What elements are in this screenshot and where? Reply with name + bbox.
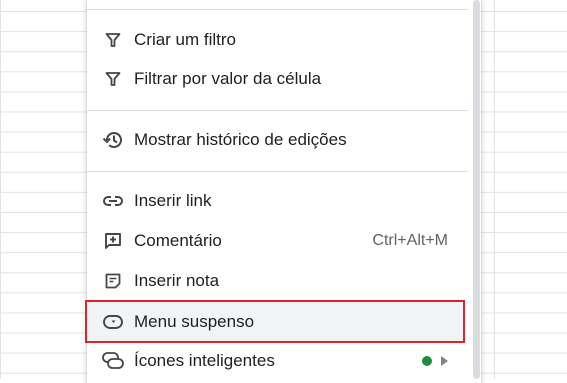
grid-column-line (0, 0, 1, 379)
menu-item-label: Filtrar por valor da célula (134, 69, 322, 88)
menu-item-label: Mostrar histórico de edições (134, 130, 347, 149)
history-icon (102, 130, 124, 150)
menu-item-label: Inserir link (134, 191, 212, 210)
menu-item-show-edit-history[interactable]: Mostrar histórico de edições (87, 122, 468, 158)
menu-item-dropdown[interactable]: Menu suspenso (87, 304, 468, 340)
filter-icon (102, 30, 124, 50)
note-icon (102, 271, 124, 291)
menu-item-label: Inserir nota (134, 271, 220, 290)
menu-divider (87, 171, 468, 172)
menu-item-smart-chips[interactable]: Ícones inteligentes (87, 343, 468, 379)
scrollbar-thumb[interactable] (473, 0, 480, 379)
smart-chip-icon (102, 351, 124, 371)
submenu-arrow-icon (441, 356, 448, 366)
menu-divider (87, 110, 468, 111)
menu-divider (87, 9, 468, 10)
link-icon (102, 191, 124, 211)
menu-item-create-filter[interactable]: Criar um filtro (87, 22, 468, 58)
menu-item-comment[interactable]: Comentário Ctrl+Alt+M (87, 223, 468, 259)
dropdown-icon (102, 312, 124, 332)
menu-item-label: Ícones inteligentes (134, 351, 275, 370)
menu-item-label: Criar um filtro (134, 30, 237, 49)
menu-item-filter-by-cell-value[interactable]: Filtrar por valor da célula (87, 61, 468, 97)
filter-icon (102, 69, 124, 89)
menu-item-label: Menu suspenso (134, 312, 255, 331)
new-badge-dot (422, 356, 432, 366)
menu-item-label: Comentário (134, 231, 222, 250)
menu-item-insert-link[interactable]: Inserir link (87, 183, 468, 219)
keyboard-shortcut: Ctrl+Alt+M (372, 232, 448, 249)
menu-item-insert-note[interactable]: Inserir nota (87, 263, 468, 299)
grid-column-line (494, 0, 495, 379)
add-comment-icon (102, 231, 124, 251)
